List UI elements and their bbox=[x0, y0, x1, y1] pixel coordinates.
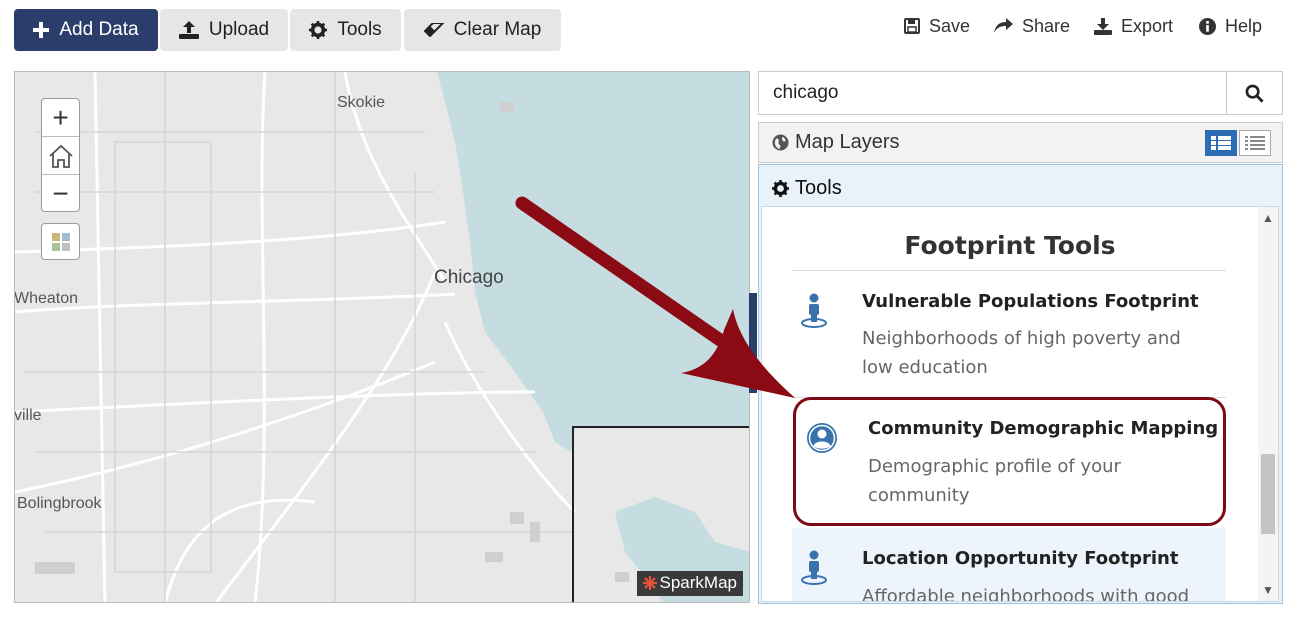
upload-icon bbox=[178, 21, 199, 39]
detailed-list-view-button[interactable] bbox=[1205, 130, 1237, 156]
tools-button[interactable]: Tools bbox=[290, 9, 401, 51]
map-label-skokie: Skokie bbox=[337, 94, 386, 111]
tools-scrollbar[interactable]: ▲ ▼ bbox=[1258, 207, 1278, 601]
map-label-ville: ville bbox=[14, 407, 42, 424]
home-icon bbox=[48, 144, 73, 168]
scroll-down-button[interactable]: ▼ bbox=[1258, 581, 1278, 599]
add-data-button[interactable]: Add Data bbox=[14, 9, 158, 51]
gear-icon bbox=[309, 21, 328, 39]
sparkmap-attribution[interactable]: SparkMap bbox=[636, 571, 743, 596]
basemap-toggle-button[interactable] bbox=[41, 223, 80, 260]
save-link[interactable]: Save bbox=[904, 15, 970, 37]
zoom-control: + − bbox=[41, 98, 80, 212]
upload-button[interactable]: Upload bbox=[160, 9, 288, 51]
search-button[interactable] bbox=[1226, 72, 1282, 114]
clear-map-label: Clear Map bbox=[453, 19, 542, 40]
basemap-grid-icon bbox=[51, 232, 70, 251]
share-link[interactable]: Share bbox=[994, 15, 1070, 37]
scroll-thumb[interactable] bbox=[1261, 454, 1275, 534]
list-compact-icon bbox=[1245, 136, 1265, 150]
export-label: Export bbox=[1121, 15, 1174, 36]
tool-item-title: Location Opportunity Footprint bbox=[862, 548, 1179, 569]
person-pin-icon bbox=[801, 293, 827, 328]
globe-icon bbox=[772, 134, 789, 151]
share-arrow-icon bbox=[994, 18, 1013, 33]
sparkmap-label: SparkMap bbox=[659, 573, 737, 592]
tools-panel-title: Tools bbox=[795, 177, 842, 199]
download-icon bbox=[1094, 17, 1112, 35]
map-label-chicago: Chicago bbox=[434, 267, 504, 288]
search-input[interactable] bbox=[759, 72, 1227, 114]
eraser-icon bbox=[423, 23, 444, 37]
map-layers-header[interactable]: Map Layers bbox=[758, 122, 1283, 163]
plus-icon bbox=[33, 22, 50, 38]
tools-label: Tools bbox=[337, 19, 382, 40]
zoom-out-button[interactable]: − bbox=[42, 175, 79, 213]
compact-list-view-button[interactable] bbox=[1239, 130, 1271, 156]
help-link[interactable]: Help bbox=[1199, 15, 1262, 37]
gear-icon bbox=[772, 180, 789, 197]
home-button[interactable] bbox=[42, 137, 79, 175]
tool-item-title: Vulnerable Populations Footprint bbox=[862, 291, 1199, 312]
info-icon bbox=[1199, 17, 1216, 35]
footprint-tools-heading: Footprint Tools bbox=[904, 231, 1116, 260]
list-detail-icon bbox=[1211, 136, 1231, 150]
share-label: Share bbox=[1022, 15, 1071, 36]
spark-logo-icon bbox=[642, 576, 657, 590]
clear-map-button[interactable]: Clear Map bbox=[404, 9, 561, 51]
map-label-bolingbrook: Bolingbrook bbox=[17, 495, 102, 512]
scroll-up-button[interactable]: ▲ bbox=[1258, 209, 1278, 227]
map-canvas[interactable]: Skokie Chicago Wheaton ville Bolingbrook… bbox=[14, 71, 750, 603]
tools-panel: Tools Footprint Tools Vulnerable Populat… bbox=[758, 164, 1283, 604]
map-label-wheaton: Wheaton bbox=[14, 290, 79, 307]
floppy-icon bbox=[904, 18, 920, 34]
top-toolbar: Add Data Upload Tools Clear Map Save Sha… bbox=[0, 0, 1297, 60]
add-data-label: Add Data bbox=[59, 19, 139, 40]
basemap bbox=[15, 72, 749, 602]
save-label: Save bbox=[929, 15, 971, 36]
tool-item-description: Neighborhoods of high poverty and low ed… bbox=[862, 328, 1181, 378]
tool-item-description: Affordable neighborhoods with good bbox=[862, 586, 1190, 602]
export-link[interactable]: Export bbox=[1094, 15, 1173, 37]
upload-label: Upload bbox=[208, 19, 270, 40]
tools-panel-header[interactable]: Tools bbox=[772, 177, 842, 200]
help-label: Help bbox=[1225, 15, 1263, 36]
highlight-box bbox=[793, 397, 1226, 526]
map-layers-title: Map Layers bbox=[795, 131, 900, 153]
zoom-in-button[interactable]: + bbox=[42, 99, 79, 137]
panel-collapse-handle[interactable] bbox=[749, 293, 757, 393]
person-pin-icon bbox=[801, 550, 827, 585]
search-icon bbox=[1245, 84, 1264, 103]
search-box bbox=[758, 71, 1283, 115]
tool-item-vulnerable-populations[interactable]: Vulnerable Populations Footprint Neighbo… bbox=[792, 271, 1226, 397]
tool-item-location-opportunity[interactable]: Location Opportunity Footprint Affordabl… bbox=[792, 528, 1226, 602]
